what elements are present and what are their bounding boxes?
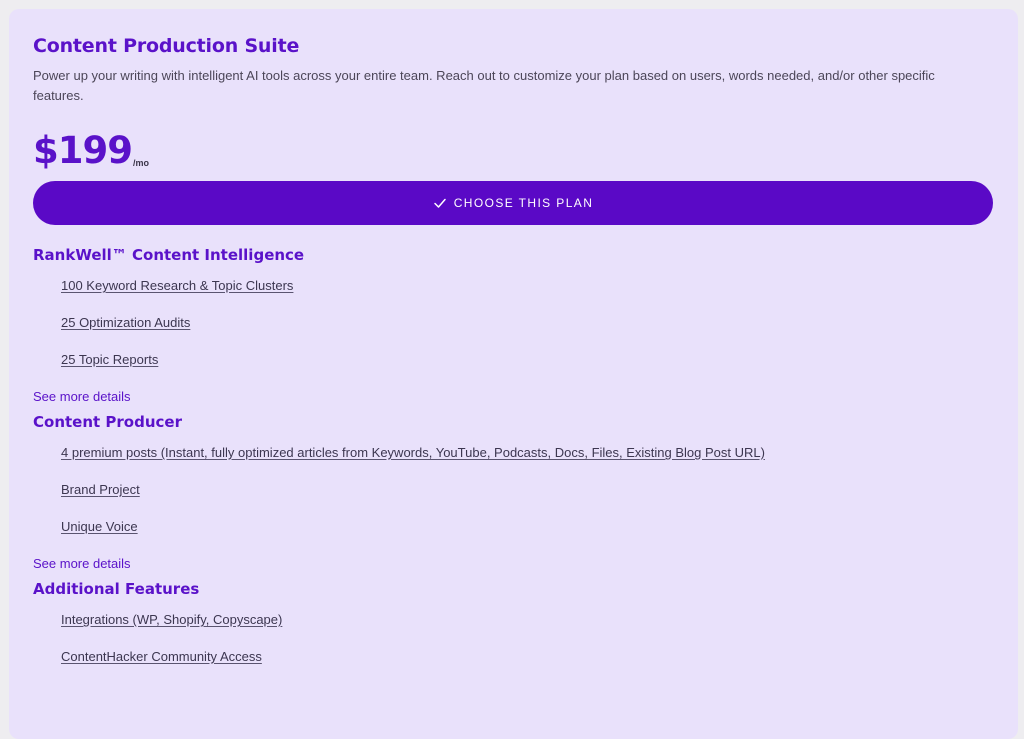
section-title-additional-features: Additional Features: [33, 580, 200, 598]
feature-item[interactable]: Integrations (WP, Shopify, Copyscape): [61, 601, 994, 638]
plan-price: $199: [33, 129, 133, 172]
feature-item[interactable]: 25 Topic Reports: [61, 341, 994, 378]
feature-list-rankwell: 100 Keyword Research & Topic Clusters 25…: [33, 267, 994, 378]
choose-plan-button[interactable]: CHOOSE THIS PLAN: [33, 181, 993, 225]
feature-link[interactable]: 25 Optimization Audits: [61, 315, 190, 330]
feature-list-additional-features: Integrations (WP, Shopify, Copyscape) Co…: [33, 601, 994, 675]
feature-link[interactable]: ContentHacker Community Access: [61, 649, 262, 664]
feature-link[interactable]: Unique Voice: [61, 519, 138, 534]
pricing-card: Content Production Suite Power up your w…: [9, 9, 1018, 739]
price-period: /mo: [132, 158, 149, 168]
feature-item[interactable]: Unique Voice: [61, 508, 994, 545]
choose-plan-label: CHOOSE THIS PLAN: [453, 196, 594, 210]
feature-item[interactable]: Brand Project: [61, 471, 994, 508]
feature-item[interactable]: 4 premium posts (Instant, fully optimize…: [61, 434, 994, 471]
plan-description: Power up your writing with intelligent A…: [33, 68, 935, 103]
feature-link[interactable]: 4 premium posts (Instant, fully optimize…: [61, 445, 765, 460]
section-title-content-producer: Content Producer: [33, 413, 182, 431]
feature-item[interactable]: ContentHacker Community Access: [61, 638, 994, 675]
see-more-details-link-content-producer[interactable]: See more details: [33, 545, 994, 582]
feature-link[interactable]: 100 Keyword Research & Topic Clusters: [61, 278, 293, 293]
see-more-details-link-rankwell[interactable]: See more details: [33, 378, 994, 415]
feature-item[interactable]: 100 Keyword Research & Topic Clusters: [61, 267, 994, 304]
price-row: $199 /mo: [33, 130, 994, 172]
section-title-rankwell: RankWell™ Content Intelligence: [33, 246, 305, 264]
feature-list-content-producer: 4 premium posts (Instant, fully optimize…: [33, 434, 994, 545]
feature-link[interactable]: 25 Topic Reports: [61, 352, 158, 367]
feature-link[interactable]: Integrations (WP, Shopify, Copyscape): [61, 612, 282, 627]
feature-item[interactable]: 25 Optimization Audits: [61, 304, 994, 341]
feature-link[interactable]: Brand Project: [61, 482, 140, 497]
check-icon: [433, 198, 446, 208]
plan-title: Content Production Suite: [33, 35, 300, 57]
